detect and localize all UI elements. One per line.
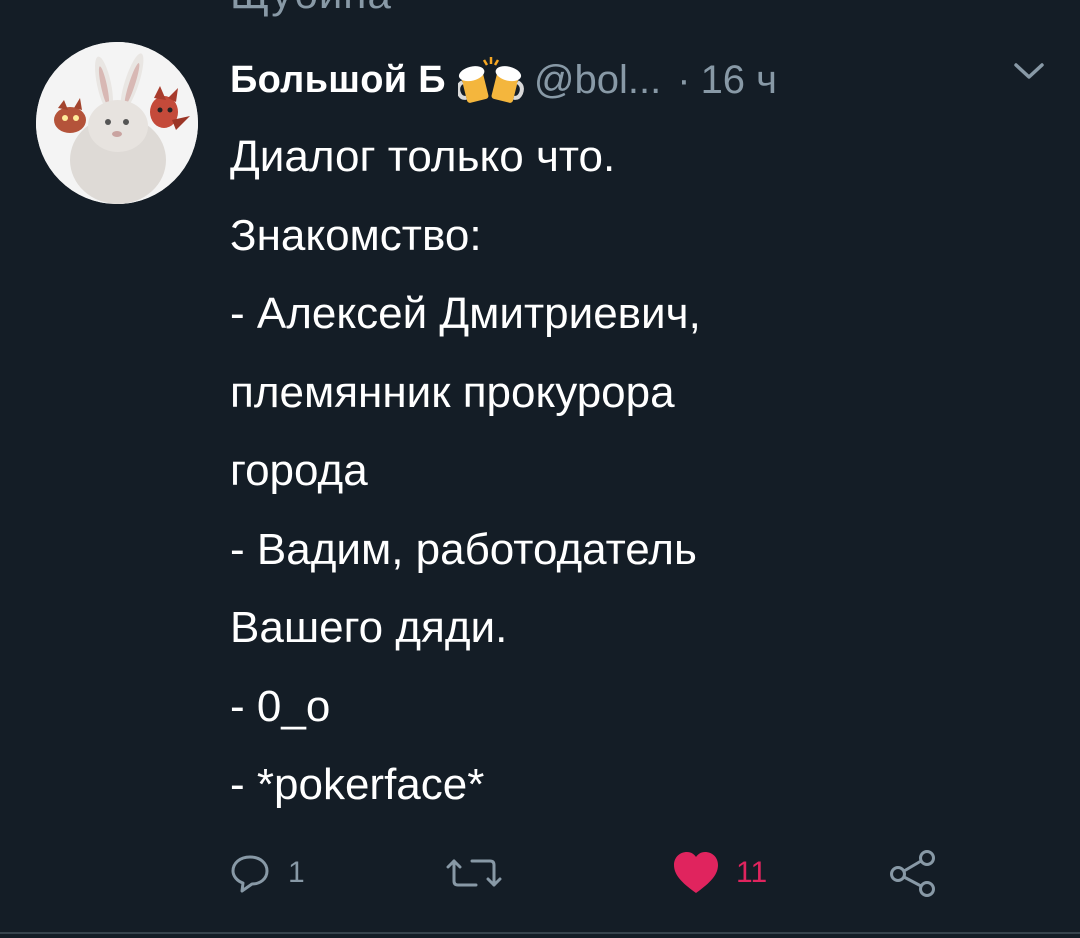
- share-icon: [890, 850, 935, 897]
- tweet-timestamp[interactable]: 16 ч: [701, 58, 777, 103]
- tweet-actions-bar: 1 11: [0, 838, 1080, 908]
- header-separator: ·: [677, 57, 691, 102]
- tweet-screen: Щубина: [0, 0, 1080, 938]
- tweet-divider: [0, 932, 1080, 934]
- beer-mugs-icon: [456, 55, 524, 105]
- tweet-body: Диалог только что. Знакомство: - Алексей…: [230, 118, 1030, 825]
- tweet-header: Большой Б @bol... · 16 ч: [230, 50, 777, 110]
- tweet-text-line: Диалог только что.: [230, 132, 616, 181]
- reply-button[interactable]: 1: [228, 838, 305, 908]
- retweet-icon: [446, 859, 502, 887]
- like-button[interactable]: 11: [672, 838, 767, 908]
- tweet-text-line: города: [230, 446, 368, 495]
- previous-tweet-fragment: Щубина: [230, 0, 392, 18]
- author-avatar[interactable]: [36, 42, 198, 204]
- like-count: 11: [736, 856, 768, 889]
- tweet-text-line: - 0_о: [230, 681, 331, 731]
- tweet-text-line: Вашего дяди.: [230, 603, 508, 652]
- retweet-button[interactable]: [446, 838, 518, 908]
- tweet-text-line: - *pokerface*: [230, 760, 485, 809]
- reply-icon: [231, 855, 269, 893]
- author-handle[interactable]: @bol...: [534, 58, 661, 103]
- tweet-text-line: племянник прокурора: [230, 367, 675, 417]
- tweet-text-line: - Вадим, работодатель: [230, 524, 697, 574]
- tweet-text-line: - Алексей Дмитриевич,: [230, 289, 701, 338]
- chevron-down-icon[interactable]: [1012, 60, 1046, 82]
- share-button[interactable]: [888, 838, 938, 908]
- reply-count: 1: [288, 856, 305, 889]
- tweet-text-line: Знакомство:: [230, 210, 482, 260]
- author-display-name[interactable]: Большой Б: [230, 59, 446, 102]
- rabbit-avatar-icon: [36, 42, 198, 204]
- heart-icon: [674, 852, 718, 893]
